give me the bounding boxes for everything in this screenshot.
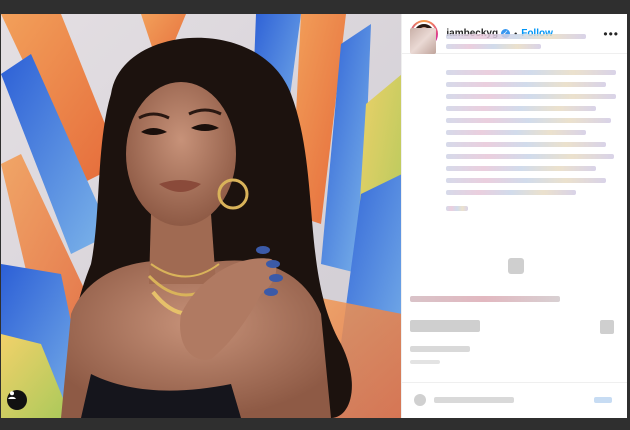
post-side-panel: iambeckyg ✓ • Follow ••• <box>401 14 627 418</box>
caption-username-blurred <box>446 34 587 39</box>
caption-line-blurred <box>446 82 607 87</box>
comment-divider <box>402 382 627 383</box>
commenter-avatar-blurred <box>410 28 437 54</box>
post-button-blurred[interactable] <box>594 397 613 403</box>
caption-line-blurred <box>446 166 597 171</box>
caption-line-blurred <box>446 190 577 195</box>
comment-line-blurred <box>410 296 561 302</box>
loading-indicator-blurred <box>508 258 525 274</box>
likes-count-blurred <box>410 346 471 352</box>
post-modal: iambeckyg ✓ • Follow ••• <box>1 14 627 418</box>
photo-artwork <box>1 14 402 418</box>
caption-line-blurred <box>446 154 615 159</box>
add-comment-input-blurred[interactable] <box>434 397 515 403</box>
caption-line-blurred <box>446 106 597 111</box>
save-icon-blurred[interactable] <box>600 320 615 334</box>
caption-line-blurred <box>446 130 587 135</box>
action-icons-blurred[interactable] <box>410 320 481 332</box>
post-photo[interactable] <box>1 14 402 418</box>
caption-line-blurred <box>446 44 542 49</box>
caption-line-blurred <box>446 70 617 75</box>
caption-line-blurred <box>446 206 469 211</box>
timestamp-blurred <box>410 360 441 364</box>
caption-line-blurred <box>446 142 607 147</box>
caption-line-blurred <box>446 178 607 183</box>
caption-line-blurred <box>446 118 612 123</box>
emoji-icon-blurred[interactable] <box>414 394 427 406</box>
more-options-icon[interactable]: ••• <box>603 27 619 41</box>
user-tag-icon[interactable] <box>7 390 27 410</box>
caption-line-blurred <box>446 94 617 99</box>
